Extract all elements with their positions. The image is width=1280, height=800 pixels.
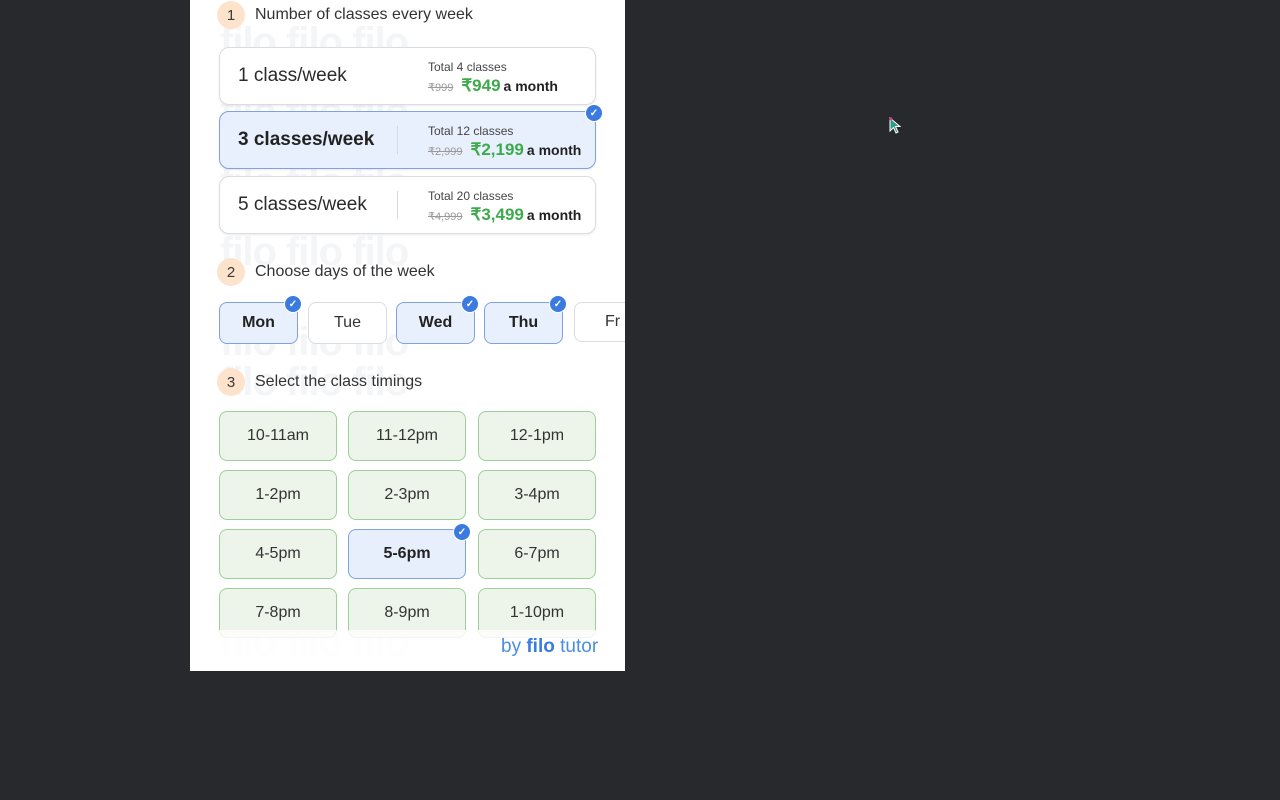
plan-total: Total 12 classes xyxy=(428,124,514,138)
mouse-cursor-icon xyxy=(889,117,902,134)
step-1-header: 1 Number of classes every week xyxy=(217,1,473,29)
step-3-header: 3 Select the class timings xyxy=(217,368,422,396)
checkmark-icon: ✓ xyxy=(453,523,471,541)
timing-slot[interactable]: 12-1pm xyxy=(478,411,596,461)
brand-logo: by filo tutor xyxy=(501,636,598,658)
step-number: 3 xyxy=(217,368,245,396)
timing-slot[interactable]: 4-5pm xyxy=(219,529,337,579)
plan-total: Total 4 classes xyxy=(428,60,507,74)
plan-option-1[interactable]: 1 class/week Total 4 classes ₹999 ₹949 a m… xyxy=(219,47,596,105)
day-fri[interactable]: Fr xyxy=(574,302,625,342)
plan-divider xyxy=(397,126,398,154)
day-tue[interactable]: Tue xyxy=(308,302,387,344)
timing-slot-selected[interactable]: 5-6pm xyxy=(348,529,466,579)
plan-new-price: ₹3,499 xyxy=(470,205,524,224)
plan-name: 5 classes/week xyxy=(238,194,367,215)
timing-slot[interactable]: 6-7pm xyxy=(478,529,596,579)
plan-old-price: ₹999 xyxy=(428,82,454,94)
plan-old-price: ₹2,999 xyxy=(428,146,463,158)
step-title: Select the class timings xyxy=(255,373,423,390)
plan-period: a month xyxy=(526,207,582,223)
checkmark-icon: ✓ xyxy=(284,295,302,313)
plan-price: ₹4,999 ₹3,499 a month xyxy=(428,205,581,225)
plan-period: a month xyxy=(503,78,558,94)
timing-slot[interactable]: 3-4pm xyxy=(478,470,596,520)
timing-slot[interactable]: 10-11am xyxy=(219,411,337,461)
step-title: Choose days of the week xyxy=(255,263,435,280)
step-number: 1 xyxy=(217,1,245,29)
plan-name: 1 class/week xyxy=(238,65,347,86)
timing-slot[interactable]: 1-2pm xyxy=(219,470,337,520)
timing-slot[interactable]: 11-12pm xyxy=(348,411,466,461)
plan-divider xyxy=(397,191,398,219)
plan-option-5[interactable]: 5 classes/week Total 20 classes ₹4,999 ₹3… xyxy=(219,176,596,234)
plan-price: ₹2,999 ₹2,199 a month xyxy=(428,140,581,160)
plan-name: 3 classes/week xyxy=(238,129,375,150)
brand-tutor: tutor xyxy=(560,636,599,657)
plan-price: ₹999 ₹949 a month xyxy=(428,76,558,96)
step-2-header: 2 Choose days of the week xyxy=(217,258,435,286)
step-title: Number of classes every week xyxy=(255,6,473,23)
plan-old-price: ₹4,999 xyxy=(428,211,463,223)
plan-new-price: ₹2,199 xyxy=(470,140,524,159)
class-scheduler-panel: filo filo filo filo filo filo filo filo … xyxy=(190,0,625,671)
checkmark-icon: ✓ xyxy=(461,295,479,313)
plan-total: Total 20 classes xyxy=(428,189,514,203)
checkmark-icon: ✓ xyxy=(549,295,567,313)
plan-period: a month xyxy=(526,142,582,158)
timing-slot[interactable]: 2-3pm xyxy=(348,470,466,520)
checkmark-icon: ✓ xyxy=(585,104,603,122)
brand-by: by xyxy=(501,636,522,657)
brand-filo: filo xyxy=(526,636,555,657)
step-number: 2 xyxy=(217,258,245,286)
plan-option-3[interactable]: 3 classes/week Total 12 classes ₹2,999 ₹2… xyxy=(219,111,596,169)
plan-new-price: ₹949 xyxy=(461,76,501,95)
